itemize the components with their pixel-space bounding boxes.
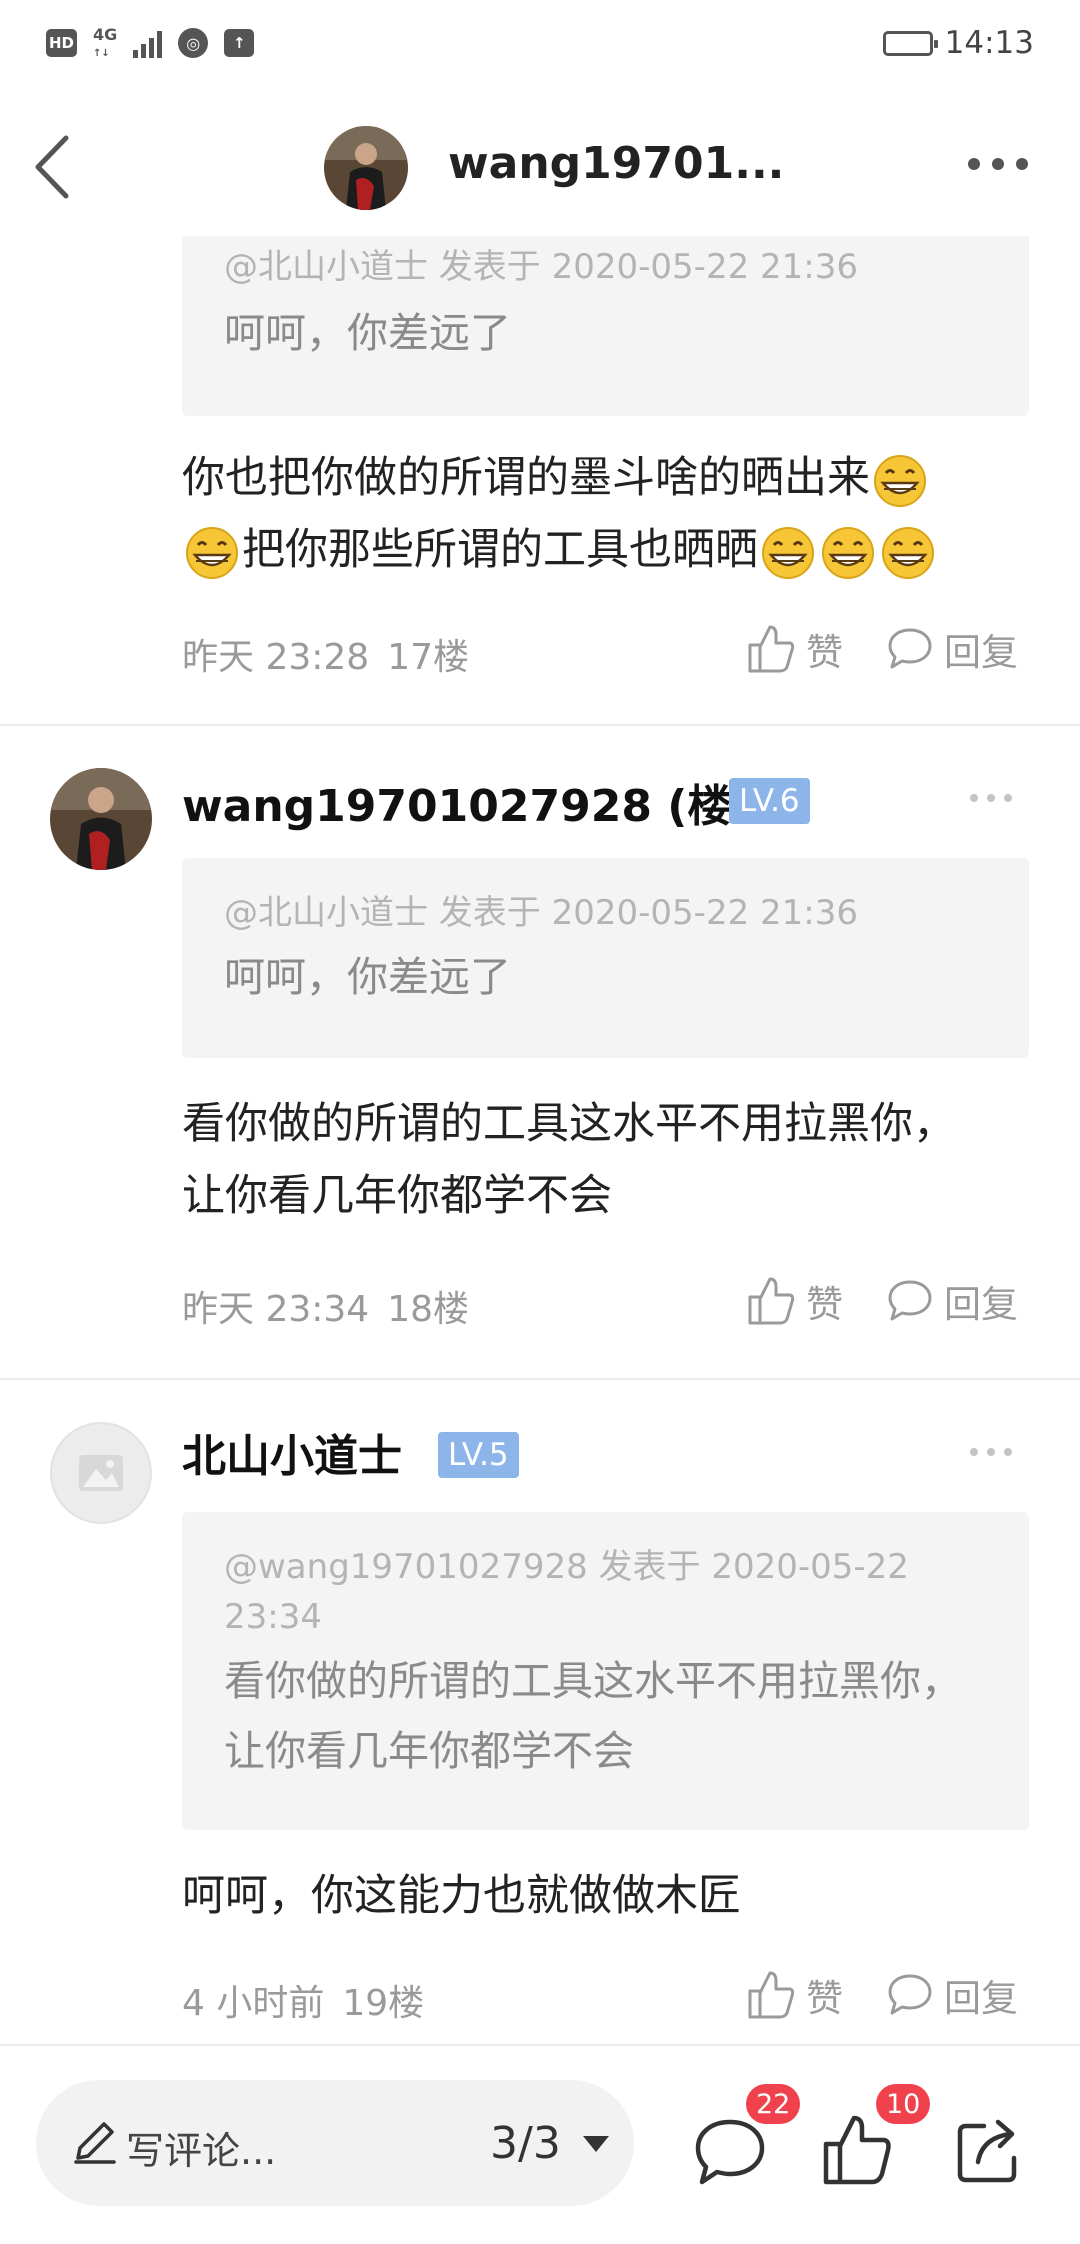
divider (0, 724, 1080, 726)
quote-text: 呵呵，你差远了 (224, 309, 511, 357)
grin-emoji-icon (874, 454, 926, 507)
share-icon[interactable] (948, 2112, 1028, 2192)
chat-bubble-icon (888, 1974, 932, 2015)
chat-bubble-icon (888, 1280, 932, 1321)
floor-number: 17楼 (387, 637, 470, 678)
grin-emoji-icon (186, 526, 238, 579)
comment-time: 昨天 23:28 (182, 637, 370, 678)
reply-button[interactable]: 回复 (886, 622, 1018, 676)
floor-number: 19楼 (342, 1983, 425, 2024)
chevron-left-icon[interactable] (32, 132, 82, 202)
comment-meta: 昨天 23:34 18楼 (182, 1280, 469, 1332)
like-count-badge: 10 (876, 2084, 931, 2124)
comment-count-badge: 22 (746, 2084, 801, 2124)
username[interactable]: 北山小道士 (182, 1420, 402, 1484)
comment-meta: 4 小时前 19楼 (182, 1974, 424, 2026)
bottom-bar: 写评论... 3/3 22 10 (0, 2044, 1080, 2244)
floor-number: 18楼 (387, 1289, 470, 1330)
status-right: 14:13 (882, 25, 1034, 61)
comment-body: 呵呵，你这能力也就做做木匠 (182, 1871, 741, 1921)
upload-icon: ↑ (224, 29, 255, 57)
author-avatar[interactable] (324, 126, 408, 210)
divider (0, 1378, 1080, 1380)
pen-icon (74, 2122, 116, 2164)
more-options-icon[interactable] (968, 792, 1014, 804)
comment-input[interactable]: 写评论... 3/3 (36, 2080, 634, 2206)
reply-button[interactable]: 回复 (886, 1274, 1018, 1328)
comments-icon[interactable] (690, 2112, 770, 2192)
grin-emoji-icon (882, 526, 934, 579)
like-button[interactable]: 赞 (746, 1274, 843, 1328)
grin-emoji-icon (762, 526, 814, 579)
thumbs-up-icon[interactable] (818, 2110, 898, 2190)
clock: 14:13 (944, 25, 1034, 61)
comment-input-placeholder: 写评论... (126, 2129, 277, 2173)
quote-text: 看你做的所谓的工具这水平不用拉黑你，让你看几年你都学不会 (224, 1657, 962, 1775)
more-options-icon[interactable] (968, 1446, 1014, 1458)
avatar[interactable] (50, 1422, 152, 1524)
like-button[interactable]: 赞 (746, 1968, 843, 2022)
comment-body: 你也把你做的所谓的墨斗啥的晒出来 把你那些所谓的工具也晒晒 (182, 442, 1042, 586)
more-horizontal-icon[interactable] (966, 152, 1030, 176)
quoted-comment[interactable]: @北山小道士 发表于 2020-05-22 21:36 呵呵，你差远了 (182, 858, 1029, 1058)
network-type-icon: 4G ↑↓ (93, 25, 118, 59)
comment-time: 昨天 23:34 (182, 1289, 370, 1330)
grin-emoji-icon (822, 526, 874, 579)
page-indicator[interactable]: 3/3 (490, 2118, 561, 2169)
battery-icon (882, 30, 938, 56)
thumbs-up-icon (748, 1971, 795, 2019)
comment-meta: 昨天 23:28 17楼 (182, 628, 469, 680)
top-nav: wang19701... (0, 96, 1080, 236)
caret-down-icon[interactable] (580, 2132, 612, 2156)
audio-icon: ◎ (178, 28, 209, 58)
quoted-comment[interactable]: @wang19701027928 发表于 2020-05-22 23:34 看你… (182, 1512, 1029, 1830)
avatar[interactable] (50, 768, 152, 870)
signal-icon (133, 28, 163, 58)
quoted-comment[interactable]: @北山小道士 发表于 2020-05-22 21:36 呵呵，你差远了 (182, 236, 1029, 416)
status-bar: HD 4G ↑↓ ◎ ↑ 14:13 (0, 0, 1080, 86)
quote-meta: @北山小道士 发表于 2020-05-22 21:36 (224, 247, 858, 287)
reply-button[interactable]: 回复 (886, 1968, 1018, 2022)
level-badge: LV.5 (438, 1432, 519, 1478)
chat-bubble-icon (888, 628, 932, 669)
thumbs-up-icon (748, 1277, 795, 1325)
comment-time: 4 小时前 (182, 1983, 325, 2024)
quote-meta: @北山小道士 发表于 2020-05-22 21:36 (224, 893, 858, 933)
quote-text: 呵呵，你差远了 (224, 953, 511, 1001)
username[interactable]: wang19701027928 (楼... (182, 770, 782, 834)
comment-body: 看你做的所谓的工具这水平不用拉黑你，让你看几年你都学不会 (182, 1099, 956, 1221)
status-icons: HD 4G ↑↓ ◎ ↑ (46, 25, 255, 59)
nav-title[interactable]: wang19701... (448, 138, 784, 189)
level-badge: LV.6 (729, 778, 810, 824)
quote-meta: @wang19701027928 发表于 2020-05-22 23:34 (224, 1547, 909, 1637)
thumbs-up-icon (748, 625, 795, 673)
comment-feed[interactable]: @北山小道士 发表于 2020-05-22 21:36 呵呵，你差远了 你也把你… (0, 236, 1080, 2044)
hd-icon: HD (46, 29, 78, 57)
like-button[interactable]: 赞 (746, 622, 843, 676)
image-placeholder-icon (79, 1455, 123, 1491)
